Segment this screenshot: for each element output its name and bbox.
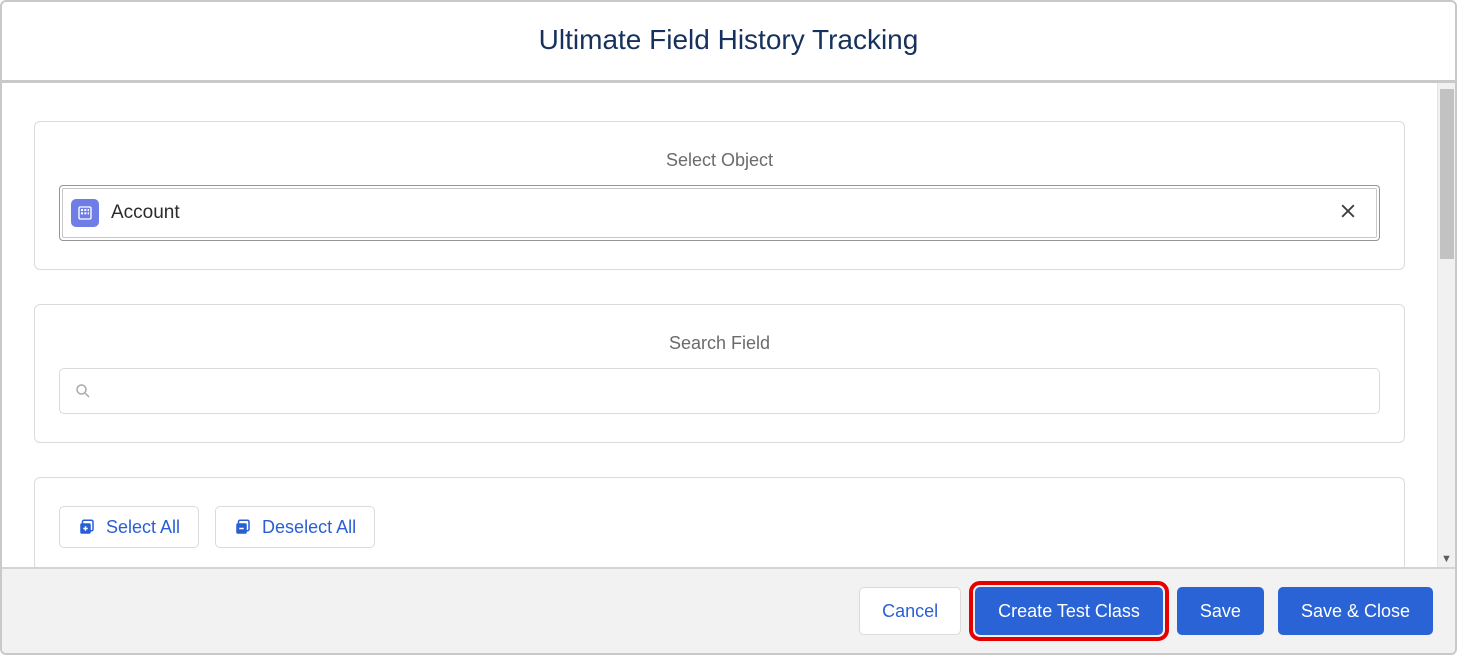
save-and-close-label: Save & Close xyxy=(1301,601,1410,622)
search-field-card: Search Field xyxy=(34,304,1405,443)
selection-actions-card: Select All Deselect All xyxy=(34,477,1405,567)
create-test-class-button[interactable]: Create Test Class xyxy=(975,587,1163,635)
save-and-close-button[interactable]: Save & Close xyxy=(1278,587,1433,635)
deselect-all-label: Deselect All xyxy=(262,517,356,538)
scrollbar-thumb[interactable] xyxy=(1440,89,1454,259)
modal-footer: Cancel Create Test Class Save Save & Clo… xyxy=(2,567,1455,653)
modal-header: Ultimate Field History Tracking xyxy=(2,2,1455,83)
selection-actions-bar: Select All Deselect All xyxy=(59,506,1380,548)
select-all-icon xyxy=(78,518,96,536)
modal-body: Select Object xyxy=(2,83,1437,567)
create-test-class-label: Create Test Class xyxy=(998,601,1140,622)
scrollbar-down-arrow[interactable]: ▼ xyxy=(1438,554,1455,565)
selected-object-name: Account xyxy=(111,202,1322,224)
modal-body-wrap: Select Object xyxy=(2,83,1455,567)
cancel-label: Cancel xyxy=(882,601,938,622)
close-icon xyxy=(1338,201,1358,221)
save-label: Save xyxy=(1200,601,1241,622)
select-all-label: Select All xyxy=(106,517,180,538)
cancel-button[interactable]: Cancel xyxy=(859,587,961,635)
modal-title: Ultimate Field History Tracking xyxy=(2,24,1455,56)
save-button[interactable]: Save xyxy=(1177,587,1264,635)
account-icon xyxy=(71,199,99,227)
deselect-all-button[interactable]: Deselect All xyxy=(215,506,375,548)
selected-object-pill: Account xyxy=(62,188,1377,238)
deselect-all-icon xyxy=(234,518,252,536)
search-field-input-wrap[interactable] xyxy=(59,368,1380,414)
clear-object-button[interactable] xyxy=(1334,197,1362,229)
select-object-label: Select Object xyxy=(59,150,1380,171)
search-field-label: Search Field xyxy=(59,333,1380,354)
vertical-scrollbar[interactable]: ▼ xyxy=(1437,83,1455,567)
select-object-card: Select Object xyxy=(34,121,1405,270)
select-object-field[interactable]: Account xyxy=(59,185,1380,241)
search-icon xyxy=(74,382,92,400)
search-input[interactable] xyxy=(102,381,1365,401)
select-all-button[interactable]: Select All xyxy=(59,506,199,548)
modal-container: Ultimate Field History Tracking Select O… xyxy=(0,0,1457,655)
